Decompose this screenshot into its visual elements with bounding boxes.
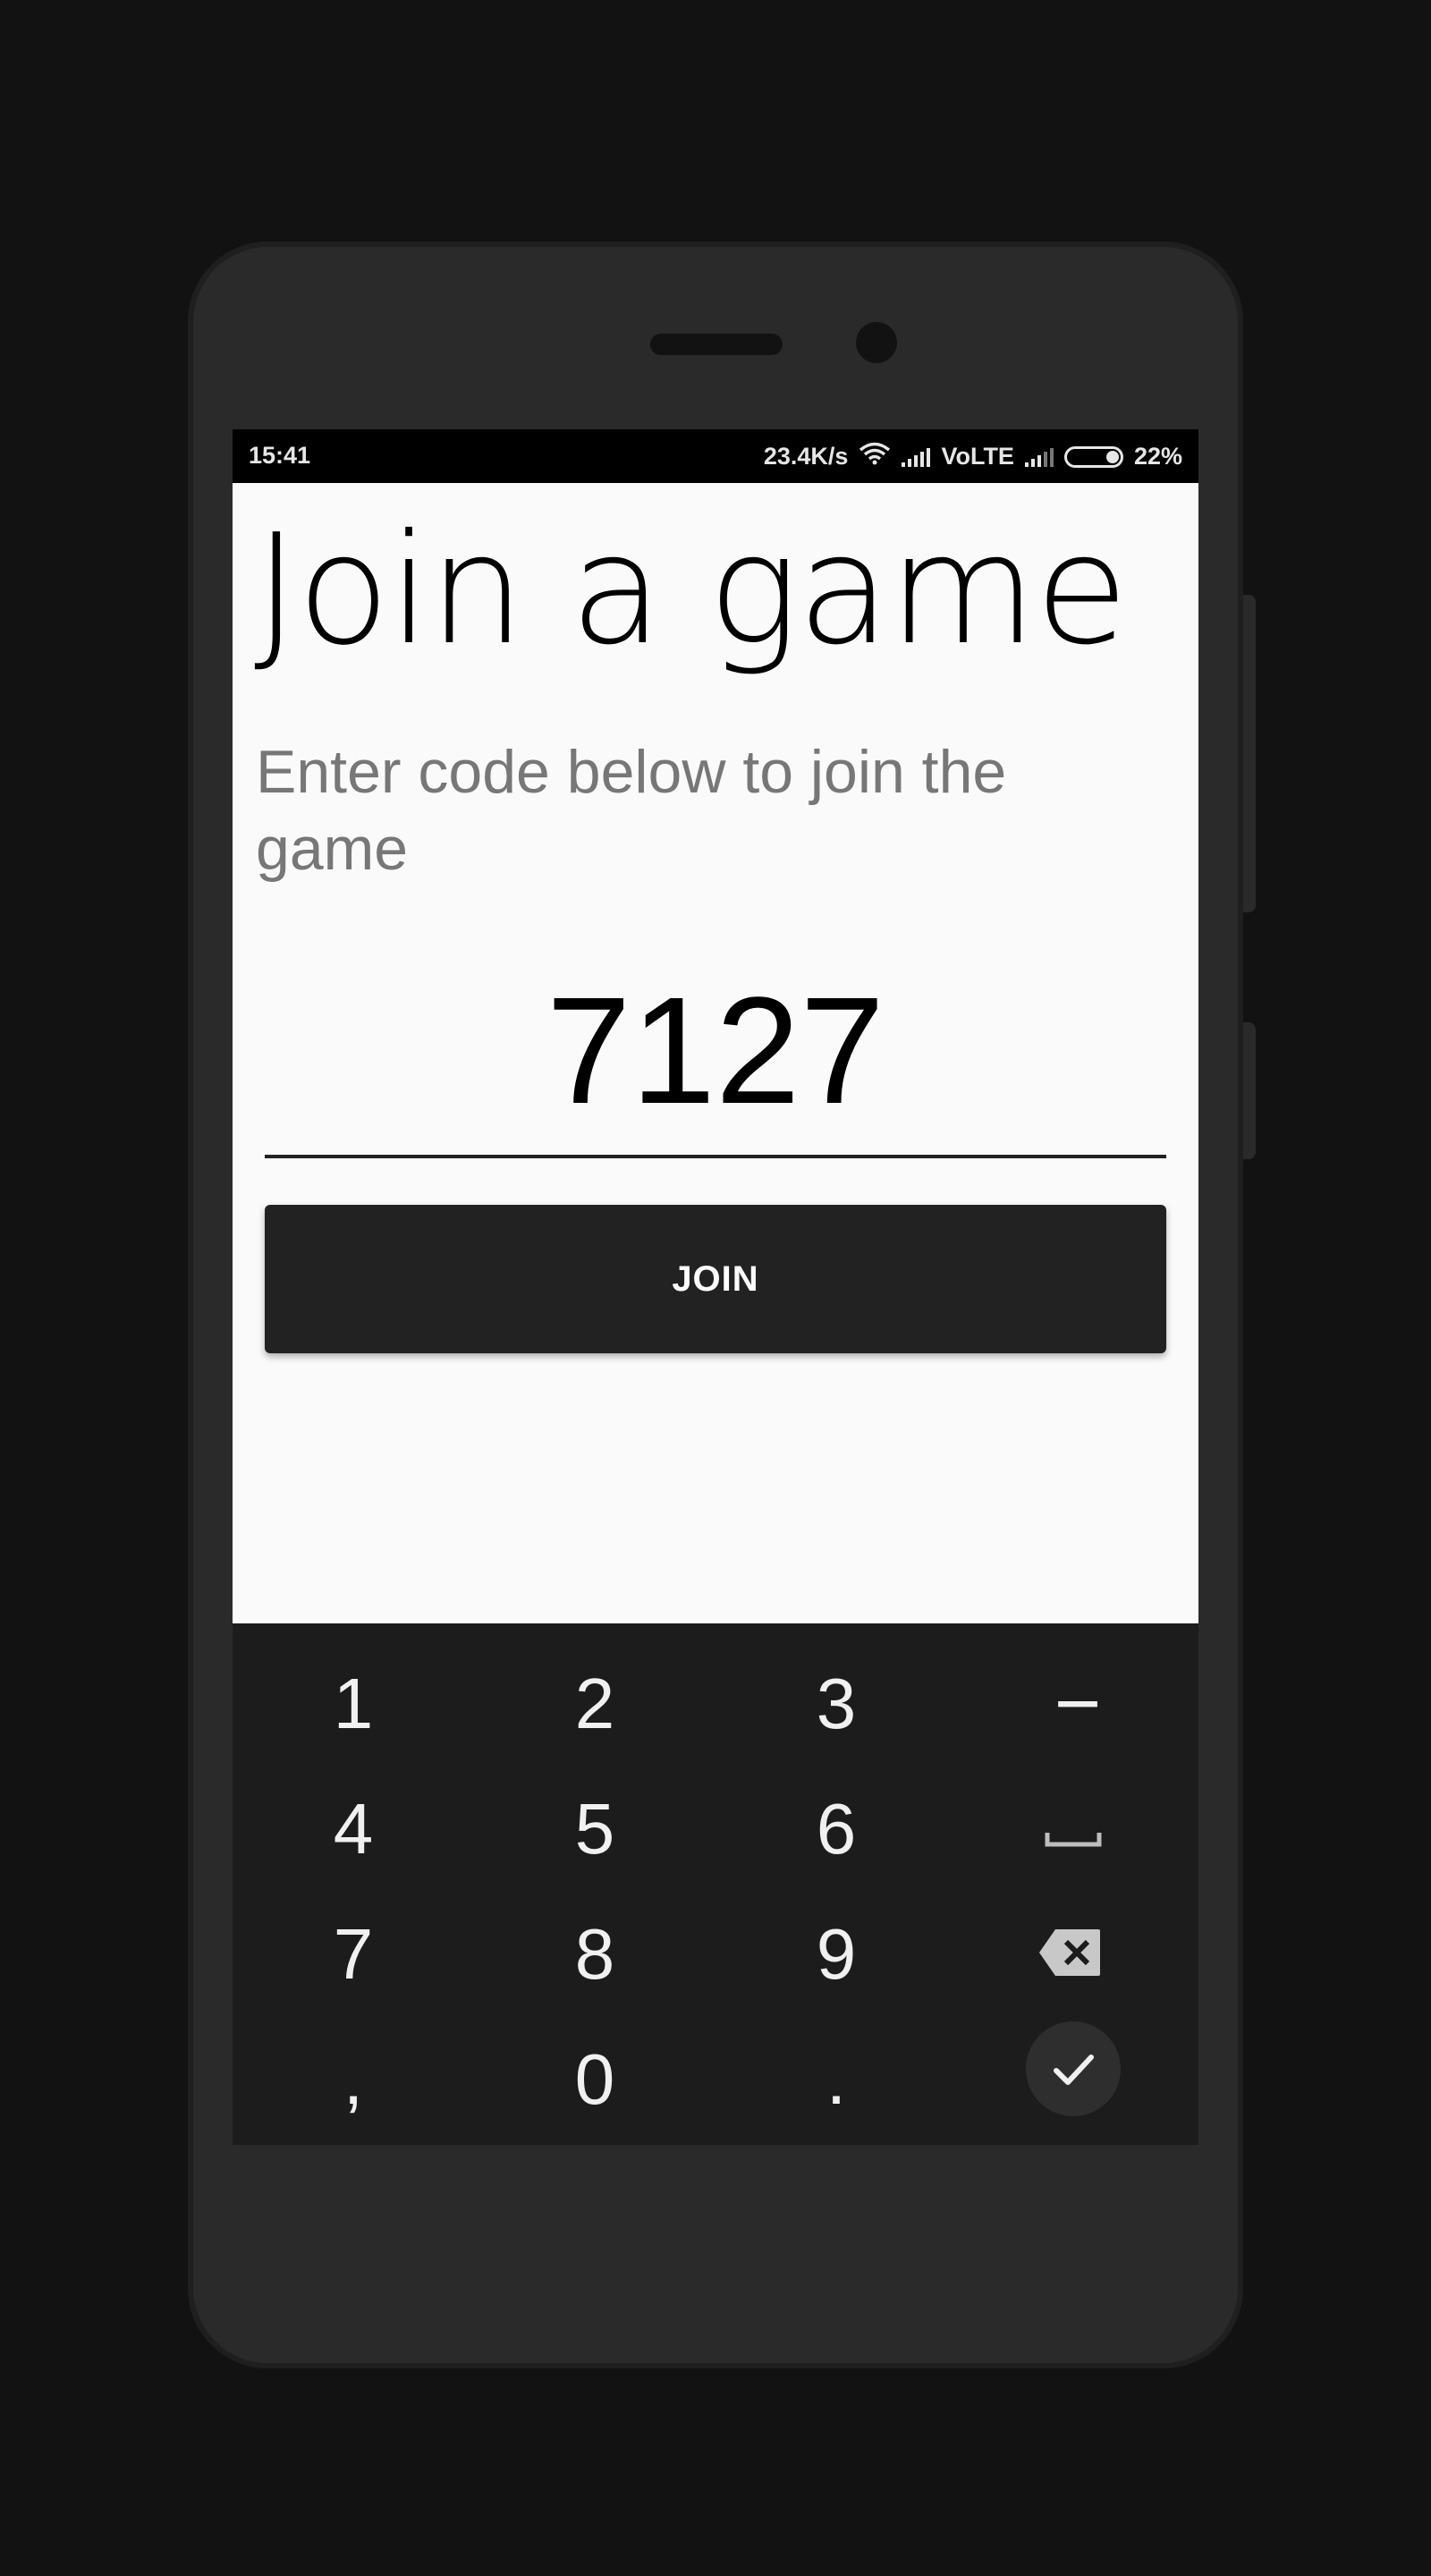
earpiece-speaker	[650, 334, 783, 355]
key-1[interactable]: 1	[233, 1641, 474, 1767]
numeric-keyboard: 1 2 3 − 4 5 6 7 8 9 , 0 .	[233, 1623, 1198, 2145]
key-5[interactable]: 5	[474, 1767, 716, 1892]
key-minus[interactable]: −	[957, 1641, 1198, 1767]
status-bar: 15:41 23.4K/s VoLTE 22%	[233, 429, 1198, 483]
carrier-label: VoLTE	[941, 443, 1014, 470]
join-button[interactable]: JOIN	[265, 1205, 1166, 1353]
battery-icon	[1063, 445, 1123, 468]
signal-icon	[1024, 447, 1054, 467]
key-2[interactable]: 2	[474, 1641, 716, 1767]
key-comma[interactable]: ,	[233, 2017, 474, 2142]
wifi-icon	[859, 442, 891, 471]
key-period[interactable]: .	[716, 2017, 957, 2142]
space-key-icon[interactable]	[1045, 1831, 1102, 1847]
key-3[interactable]: 3	[716, 1641, 957, 1767]
game-code-input[interactable]: 7127	[265, 917, 1166, 1158]
key-9[interactable]: 9	[716, 1892, 957, 2017]
power-button	[1243, 1022, 1256, 1159]
phone-screen: 15:41 23.4K/s VoLTE 22% Join a game Ente…	[233, 429, 1198, 2145]
key-6[interactable]: 6	[716, 1767, 957, 1892]
checkmark-icon	[1054, 2055, 1094, 2085]
page-title: Join a game	[254, 502, 1129, 679]
done-key[interactable]	[1026, 2021, 1121, 2116]
key-8[interactable]: 8	[474, 1892, 716, 2017]
status-time: 15:41	[249, 442, 311, 469]
volume-button	[1243, 595, 1256, 912]
battery-percent: 22%	[1133, 443, 1182, 470]
key-7[interactable]: 7	[233, 1892, 474, 2017]
key-4[interactable]: 4	[233, 1767, 474, 1892]
page-subtitle: Enter code below to join the game	[256, 738, 1007, 883]
key-0[interactable]: 0	[474, 2017, 716, 2142]
network-speed: 23.4K/s	[763, 443, 849, 470]
backspace-icon[interactable]	[1037, 1928, 1102, 1978]
status-indicators: 23.4K/s VoLTE 22%	[764, 442, 1182, 471]
signal-icon	[902, 447, 931, 467]
front-camera	[856, 322, 897, 363]
